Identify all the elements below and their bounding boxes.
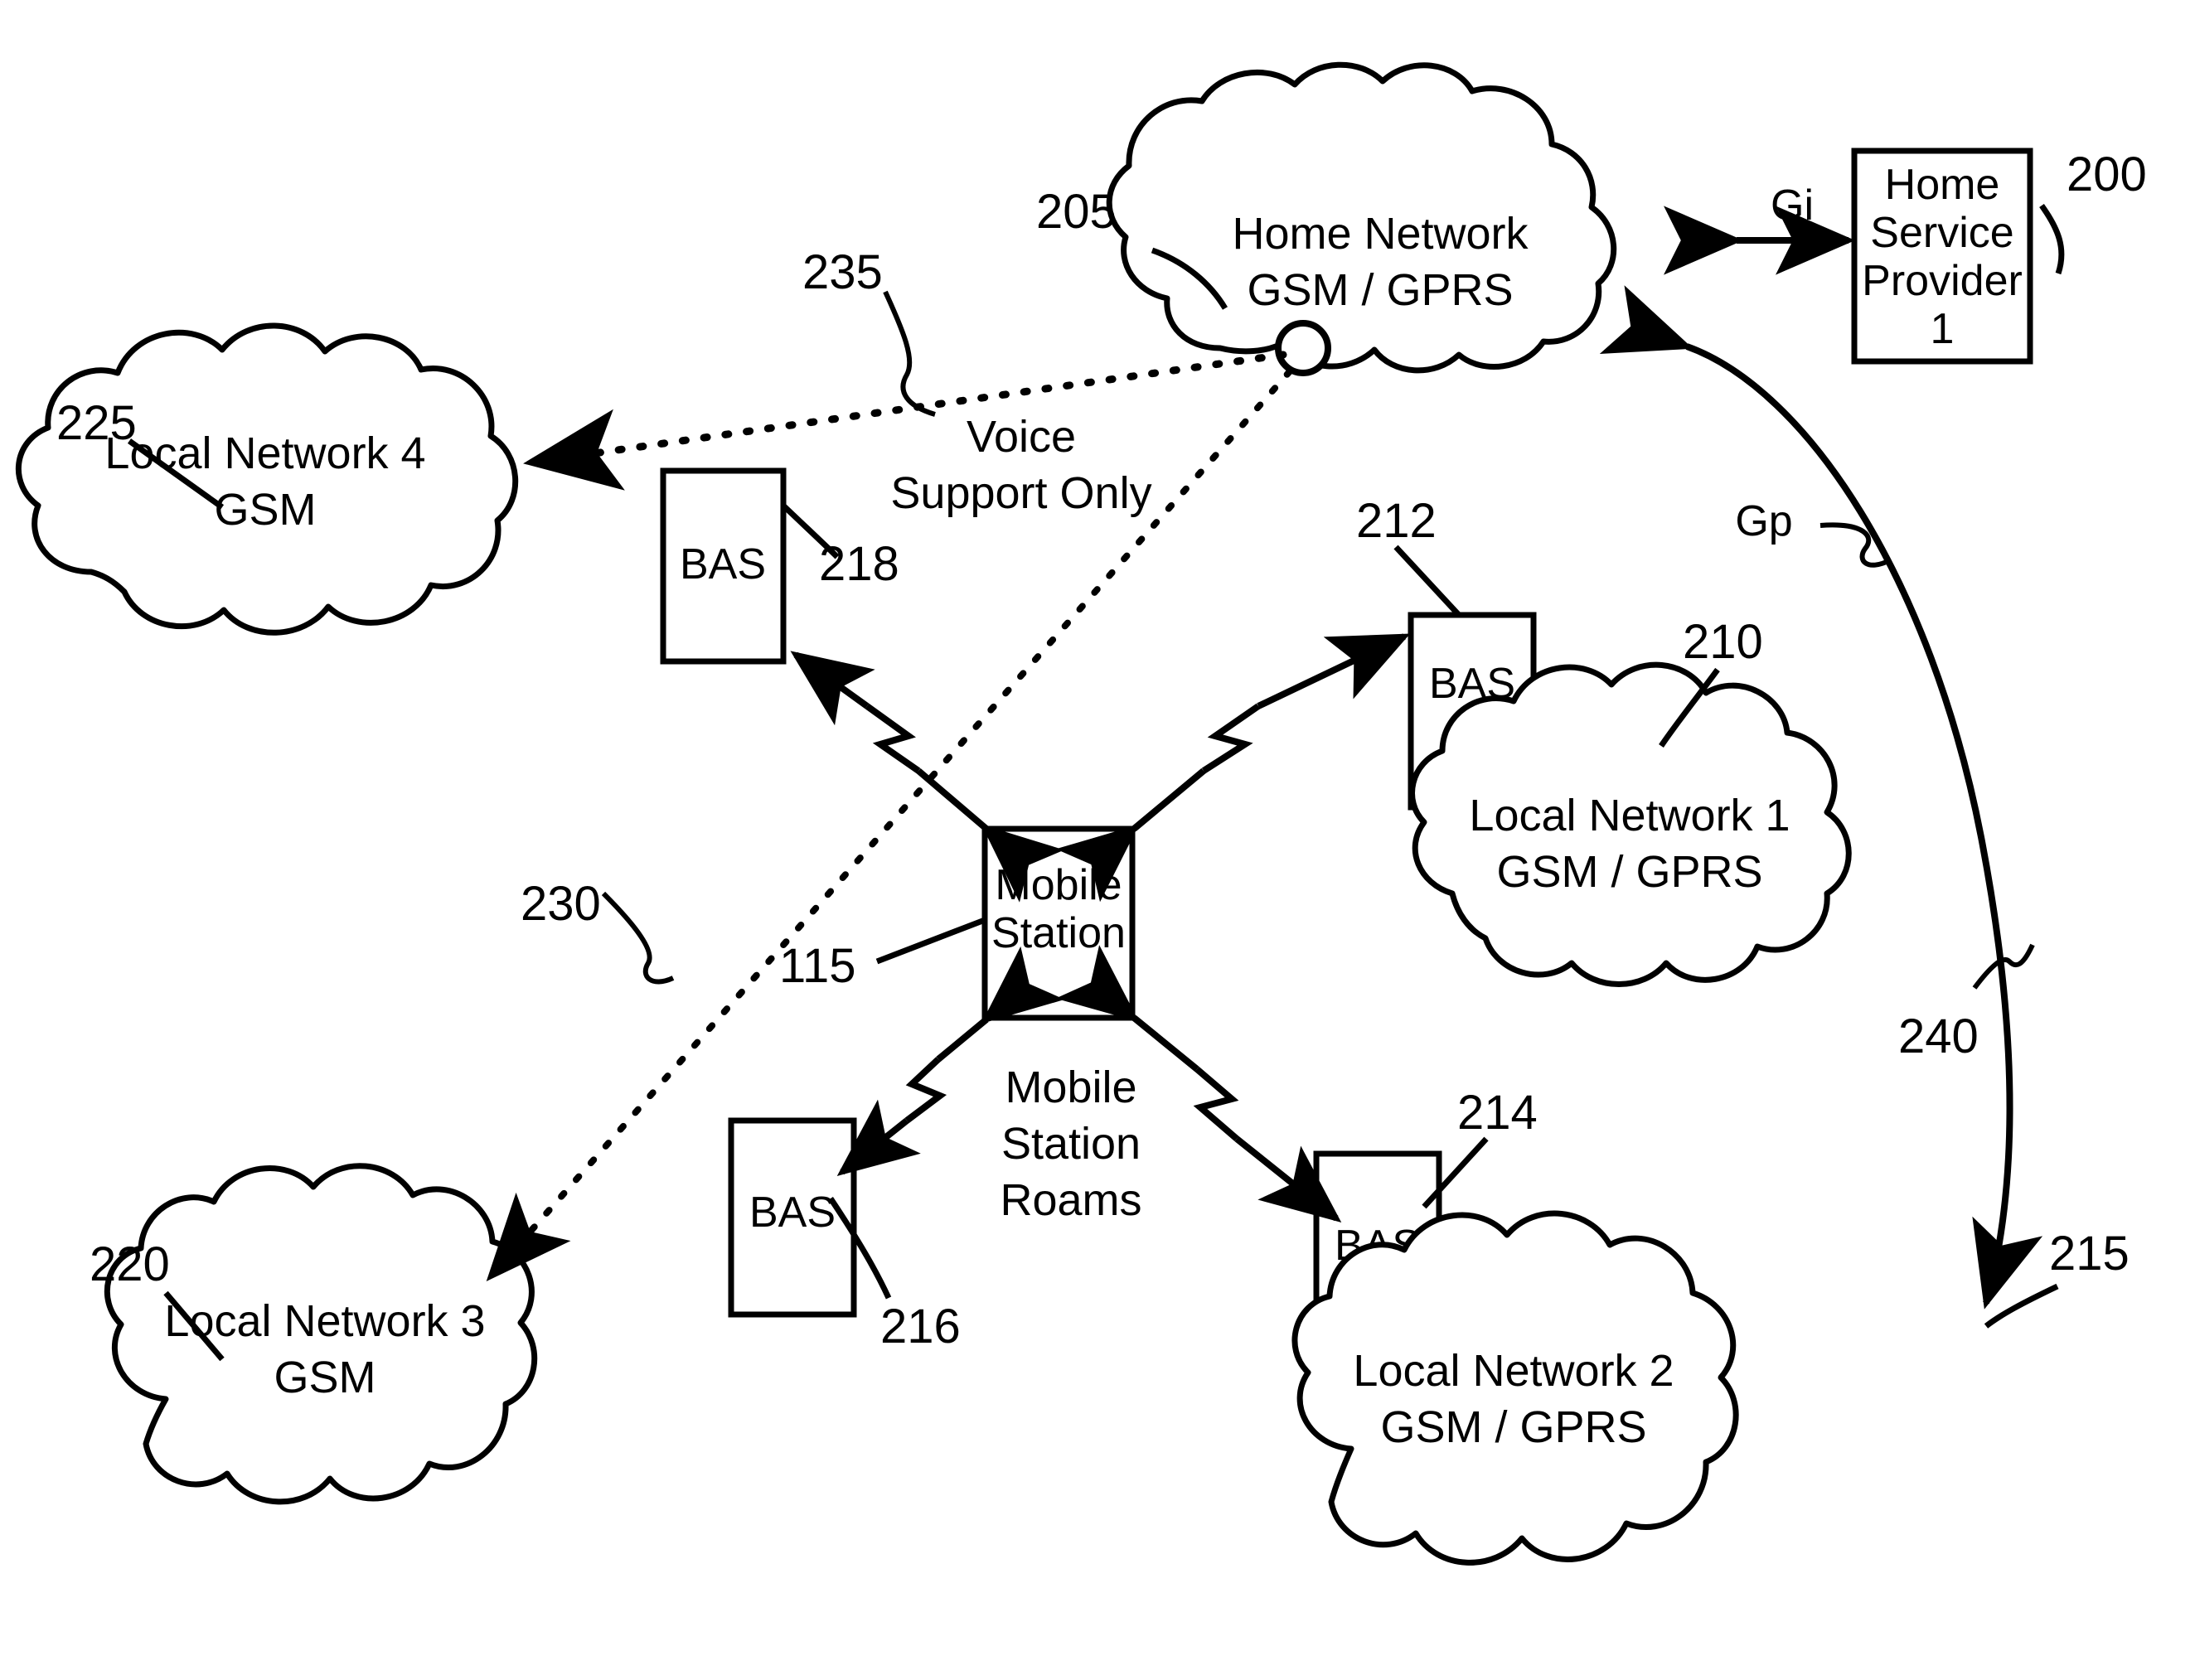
ref-200: 200 [2067,148,2147,201]
voice-support-line1: Voice [967,412,1076,462]
ms-line1: Mobile [995,861,1122,909]
voice-support-line2: Support Only [890,468,1151,518]
cloud-local-network-2: Local Network 2 GSM / GPRS [1291,1210,1739,1566]
ln3-line2: GSM [274,1353,376,1402]
ref-212: 212 [1356,494,1437,548]
bas-218-label: BAS [680,540,766,588]
home-network-line1: Home Network [1232,209,1529,259]
roaming-line3: Roams [1000,1175,1141,1225]
ln4-line2: GSM [214,485,316,535]
roaming-line1: Mobile [1005,1063,1136,1112]
ref-240: 240 [1898,1009,1979,1063]
ref-214: 214 [1457,1086,1538,1140]
hsp-line4: 1 [1931,305,1955,353]
bas-216-label: BAS [749,1189,836,1237]
box-home-service-provider: Home Service Provider 1 [1851,148,2033,365]
ln2-line1: Local Network 2 [1353,1346,1674,1396]
box-mobile-station: Mobile Station [981,825,1136,1021]
cloud-local-network-3: Local Network 3 GSM [104,1163,538,1505]
ln2-line2: GSM / GPRS [1380,1402,1646,1452]
cloud-local-network-1: Local Network 1 GSM / GPRS [1409,661,1852,987]
hsp-line1: Home [1885,161,2000,209]
ms-line2: Station [991,909,1126,957]
ref-205: 205 [1036,185,1117,239]
ref-215: 215 [2049,1227,2130,1281]
ref-220: 220 [90,1237,170,1291]
ref-210: 210 [1683,615,1763,669]
home-network-line2: GSM / GPRS [1247,265,1513,315]
label-gp: Gp [1735,497,1792,545]
ln1-line1: Local Network 1 [1469,791,1790,840]
hsp-line2: Service [1870,209,2013,257]
ln3-line1: Local Network 3 [164,1296,485,1346]
ref-216: 216 [880,1300,961,1353]
hsp-line3: Provider [1862,257,2023,305]
ref-218: 218 [819,537,899,591]
home-network-junction-node [1275,320,1331,376]
patent-figure: Home Network GSM / GPRS 205 Home Service… [0,0,2195,1680]
ref-235: 235 [802,245,883,299]
ref-225: 225 [56,396,137,450]
box-bas-218: BAS [660,467,787,665]
ref-115: 115 [779,939,855,993]
roaming-line2: Station [1001,1119,1141,1169]
ref-230: 230 [521,877,601,931]
ln1-line2: GSM / GPRS [1496,847,1762,897]
cloud-home-network: Home Network GSM / GPRS [1106,61,1617,374]
ln4-line1: Local Network 4 [104,428,425,478]
box-bas-216: BAS [728,1117,857,1318]
label-gi: Gi [1771,182,1814,230]
